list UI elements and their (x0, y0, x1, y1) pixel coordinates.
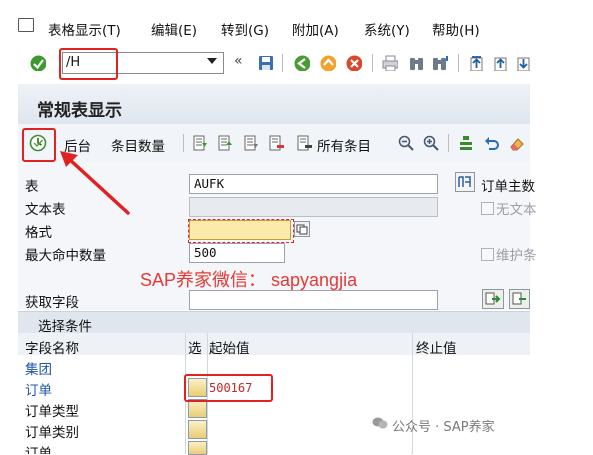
fetch-fields-label: 获取字段 (25, 295, 79, 311)
table-row (18, 355, 530, 377)
row-field-name: 订单 (25, 383, 52, 399)
zoom-out-icon[interactable] (398, 135, 414, 151)
menu-extras[interactable]: 附加(A) (292, 19, 339, 39)
max-hits-label: 最大命中数量 (25, 248, 106, 264)
print-icon[interactable] (382, 55, 398, 71)
previous-page-icon[interactable] (492, 55, 508, 71)
execute-button-highlight (22, 128, 56, 162)
menu-edit[interactable]: 编辑(E) (151, 19, 197, 39)
command-field-highlight (59, 48, 118, 80)
menu-goto[interactable]: 转到(G) (221, 19, 269, 39)
table-row (18, 376, 530, 398)
watermark-text: SAP养家微信： sapyangjia (140, 270, 358, 290)
separator (458, 54, 459, 72)
wechat-logo-icon (372, 417, 388, 429)
find-icon[interactable] (408, 55, 424, 71)
all-entries-icon[interactable] (297, 135, 313, 151)
annotation-arrow-icon (60, 151, 130, 215)
text-table-input (189, 197, 438, 217)
no-text-checkbox[interactable] (481, 202, 494, 215)
wechat-account-label: 公众号 · SAP养家 (392, 420, 495, 435)
menu-system[interactable]: 系统(Y) (364, 19, 410, 39)
screen-title: 常规表显示 (37, 101, 122, 121)
multiple-selection-button[interactable] (188, 441, 207, 455)
system-menu-icon[interactable] (18, 18, 34, 32)
save-icon[interactable] (258, 55, 274, 71)
col-to-value: 终止值 (416, 341, 457, 357)
remove-field-icon[interactable] (509, 289, 530, 309)
find-next-icon[interactable] (432, 55, 448, 71)
col-from-value: 起始值 (209, 341, 250, 357)
row-field-name: 订单类型 (25, 404, 79, 420)
delete-row-icon[interactable] (269, 135, 285, 151)
table-info-icon[interactable] (455, 172, 475, 192)
row-field-name: 集团 (25, 362, 52, 378)
separator (372, 54, 373, 72)
column-divider (412, 333, 413, 454)
maintain-label: 维护条 (496, 248, 537, 264)
max-hits-value: 500 (194, 245, 217, 260)
enter-check-icon[interactable] (30, 55, 46, 71)
first-page-icon[interactable] (468, 55, 484, 71)
format-label: 格式 (25, 225, 52, 241)
row-field-name: 订单 (25, 446, 52, 454)
format-input-highlight (188, 219, 294, 243)
zoom-in-icon[interactable] (423, 135, 439, 151)
format-layout-icon[interactable] (294, 221, 310, 237)
back-icon[interactable] (294, 55, 310, 71)
command-dropdown-icon[interactable] (207, 58, 217, 64)
multiple-select-icon[interactable] (244, 135, 259, 151)
next-page-icon[interactable] (516, 55, 532, 71)
order-value-highlight (184, 374, 273, 402)
cancel-icon[interactable] (346, 55, 362, 71)
col-select: 选 (188, 341, 202, 357)
hierarchy-icon[interactable] (458, 135, 474, 151)
col-field-name: 字段名称 (25, 341, 79, 357)
select-all-icon[interactable] (193, 135, 208, 151)
table-row (18, 439, 530, 454)
separator (448, 134, 449, 152)
menu-help[interactable]: 帮助(H) (432, 19, 480, 39)
undo-icon[interactable] (483, 135, 499, 151)
separator (282, 54, 283, 72)
separator (183, 134, 184, 152)
selection-section-title: 选择条件 (38, 319, 92, 335)
eraser-icon[interactable] (509, 135, 525, 151)
table-label: 表 (25, 179, 39, 195)
menu-table-display[interactable]: 表格显示(T) (48, 19, 121, 39)
table-input-value: AUFK (194, 176, 225, 191)
collapse-icon[interactable]: « (234, 53, 243, 69)
maintain-checkbox[interactable] (481, 248, 494, 261)
table-input[interactable] (189, 174, 438, 194)
row-field-name: 订单类别 (25, 425, 79, 441)
no-text-label: 无文本 (496, 202, 537, 218)
multiple-selection-button[interactable] (188, 420, 207, 439)
add-field-icon[interactable] (482, 289, 504, 309)
all-entries-button[interactable]: 所有条目 (317, 135, 371, 155)
left-gutter (0, 84, 18, 454)
selection-section-header (18, 311, 530, 334)
deselect-icon[interactable] (218, 135, 233, 151)
exit-icon[interactable] (320, 55, 336, 71)
fetch-fields-input[interactable] (189, 290, 438, 310)
order-master-label: 订单主数 (481, 179, 535, 195)
